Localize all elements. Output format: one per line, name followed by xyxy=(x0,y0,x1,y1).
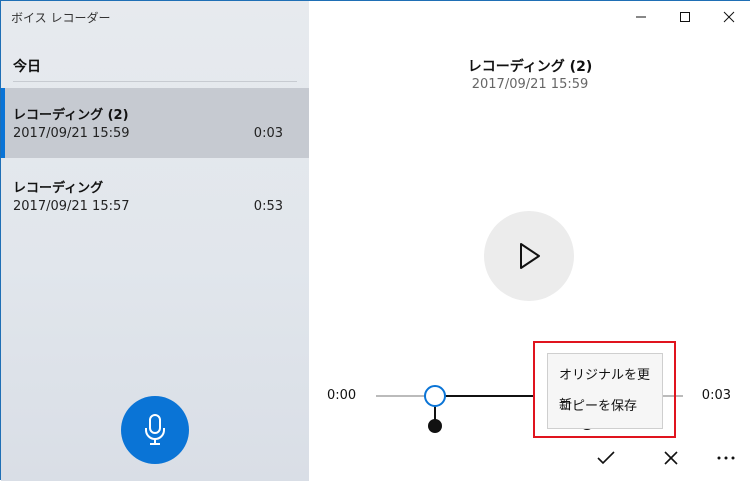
maximize-icon xyxy=(680,12,690,22)
recording-list-item[interactable]: レコーディング 2017/09/21 15:57 0:53 xyxy=(1,161,309,231)
highlight-box xyxy=(533,341,676,438)
x-icon xyxy=(664,451,678,465)
app-title: ボイス レコーダー xyxy=(11,11,111,25)
time-start: 0:00 xyxy=(327,388,357,403)
close-window-button[interactable] xyxy=(709,3,749,31)
section-divider xyxy=(13,81,297,82)
recordings-pane: ボイス レコーダー 今日 レコーディング (2) 2017/09/21 15:5… xyxy=(1,1,309,481)
playhead-thumb[interactable] xyxy=(424,385,446,407)
playback-pane: レコーディング (2) 2017/09/21 15:59 0:00 0:03 オ… xyxy=(309,1,750,481)
more-icon xyxy=(717,456,735,460)
maximize-button[interactable] xyxy=(665,3,705,31)
trim-start-stem xyxy=(434,406,436,420)
recording-date: 2017/09/21 15:59 xyxy=(13,126,130,141)
recording-date: 2017/09/21 15:57 xyxy=(13,199,130,214)
recording-duration: 0:53 xyxy=(253,199,283,214)
trim-start-handle[interactable] xyxy=(428,419,442,433)
recording-title: レコーディング (2) xyxy=(13,108,129,123)
section-header-today: 今日 xyxy=(13,59,41,75)
time-end: 0:03 xyxy=(701,388,731,403)
recording-title-header: レコーディング (2) xyxy=(467,59,593,75)
checkmark-icon xyxy=(597,451,615,465)
minimize-button[interactable] xyxy=(621,3,661,31)
recording-list-item[interactable]: レコーディング (2) 2017/09/21 15:59 0:03 xyxy=(1,88,309,158)
play-button[interactable] xyxy=(484,211,574,301)
recording-duration: 0:03 xyxy=(253,126,283,141)
trim-range xyxy=(434,395,534,397)
minimize-icon xyxy=(636,16,646,18)
recording-title: レコーディング xyxy=(13,181,104,196)
confirm-trim-button[interactable] xyxy=(591,443,621,473)
play-icon xyxy=(520,243,540,269)
recording-date-header: 2017/09/21 15:59 xyxy=(471,77,589,92)
record-button[interactable] xyxy=(121,396,189,464)
microphone-icon xyxy=(145,414,165,445)
close-icon xyxy=(723,11,735,23)
cancel-trim-button[interactable] xyxy=(656,443,686,473)
more-options-button[interactable] xyxy=(711,443,741,473)
